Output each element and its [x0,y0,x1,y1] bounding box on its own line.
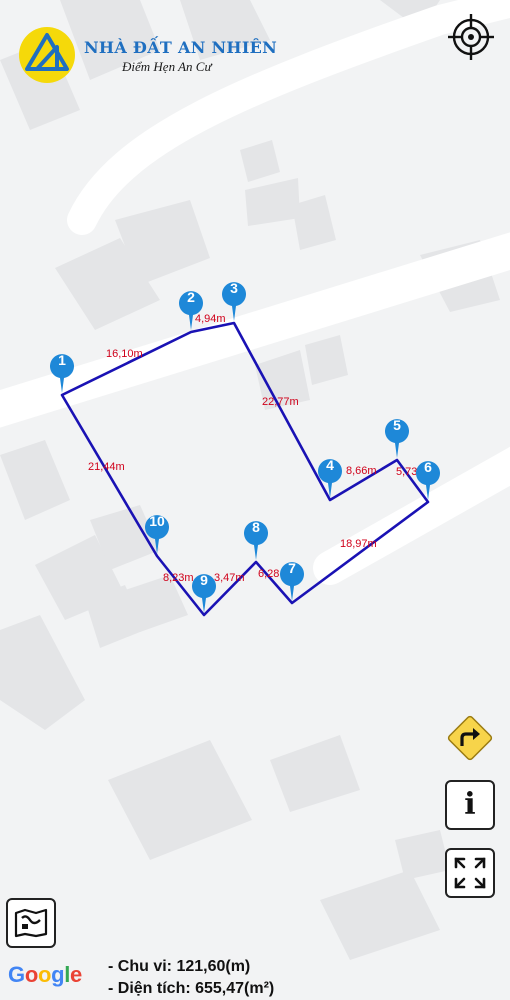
turn-right-sign-icon [447,715,493,761]
segment-label: 21,44m [88,461,125,473]
google-letter: g [51,962,65,987]
google-letter: e [70,962,82,987]
vertex-pin-label: 7 [288,560,296,576]
vertex-pin-label: 1 [58,352,66,368]
info-button[interactable]: i [445,780,495,830]
vertex-pin-label: 4 [326,457,334,473]
area-text: - Diện tích: 655,47(m²) [108,980,275,997]
brand-subtitle: Điểm Hẹn An Cư [122,59,212,74]
vertex-pin-8[interactable]: 8 [244,519,268,560]
crosshair-icon [448,14,494,60]
map-type-button[interactable] [6,898,56,948]
vertex-pin-label: 2 [187,289,195,305]
brand-title: NHÀ ĐẤT AN NHIÊN [84,38,278,57]
segment-label: 8,66m [346,465,377,477]
locate-button[interactable] [446,12,496,62]
vertex-pin-label: 6 [424,459,432,475]
fullscreen-button[interactable] [445,848,495,898]
segment-label: 5,73 [396,466,417,478]
segment-label: 8,23m [163,572,194,584]
vertex-pin-4[interactable]: 4 [317,457,342,498]
info-icon: i [464,787,476,822]
brand-logo: NHÀ ĐẤT AN NHIÊN Điểm Hẹn An Cư [18,26,278,86]
vertex-pin-3[interactable]: 3 [221,280,246,321]
google-letter: o [37,962,52,987]
google-letter: o [24,962,38,987]
segment-label: 6,28 [258,568,279,580]
vertex-pin-5[interactable]: 5 [385,417,410,458]
vertex-pin-label: 5 [393,417,401,433]
directions-button[interactable] [444,712,496,764]
segment-label: 22,77m [262,396,299,408]
vertex-pin-label: 8 [252,519,260,535]
segment-label: 4,94m [195,313,226,325]
brand-logo-icon [19,27,75,83]
map-layers-icon [14,908,48,938]
perimeter-text: - Chu vi: 121,60(m) [108,958,251,975]
google-letter: G [8,962,25,987]
segment-label: 18,97m [340,538,377,550]
fullscreen-icon [454,857,486,889]
vertex-pin-label: 9 [200,572,208,588]
map-canvas[interactable]: 16,10m 4,94m 22,77m 8,66m 5,73 18,97m 6,… [0,0,510,1000]
segment-label: 16,10m [106,348,143,360]
segment-label: 3,47m [214,572,245,584]
vertex-pin-label: 10 [149,513,165,529]
vertex-pin-label: 3 [230,280,238,296]
google-attribution: Google [8,962,82,988]
